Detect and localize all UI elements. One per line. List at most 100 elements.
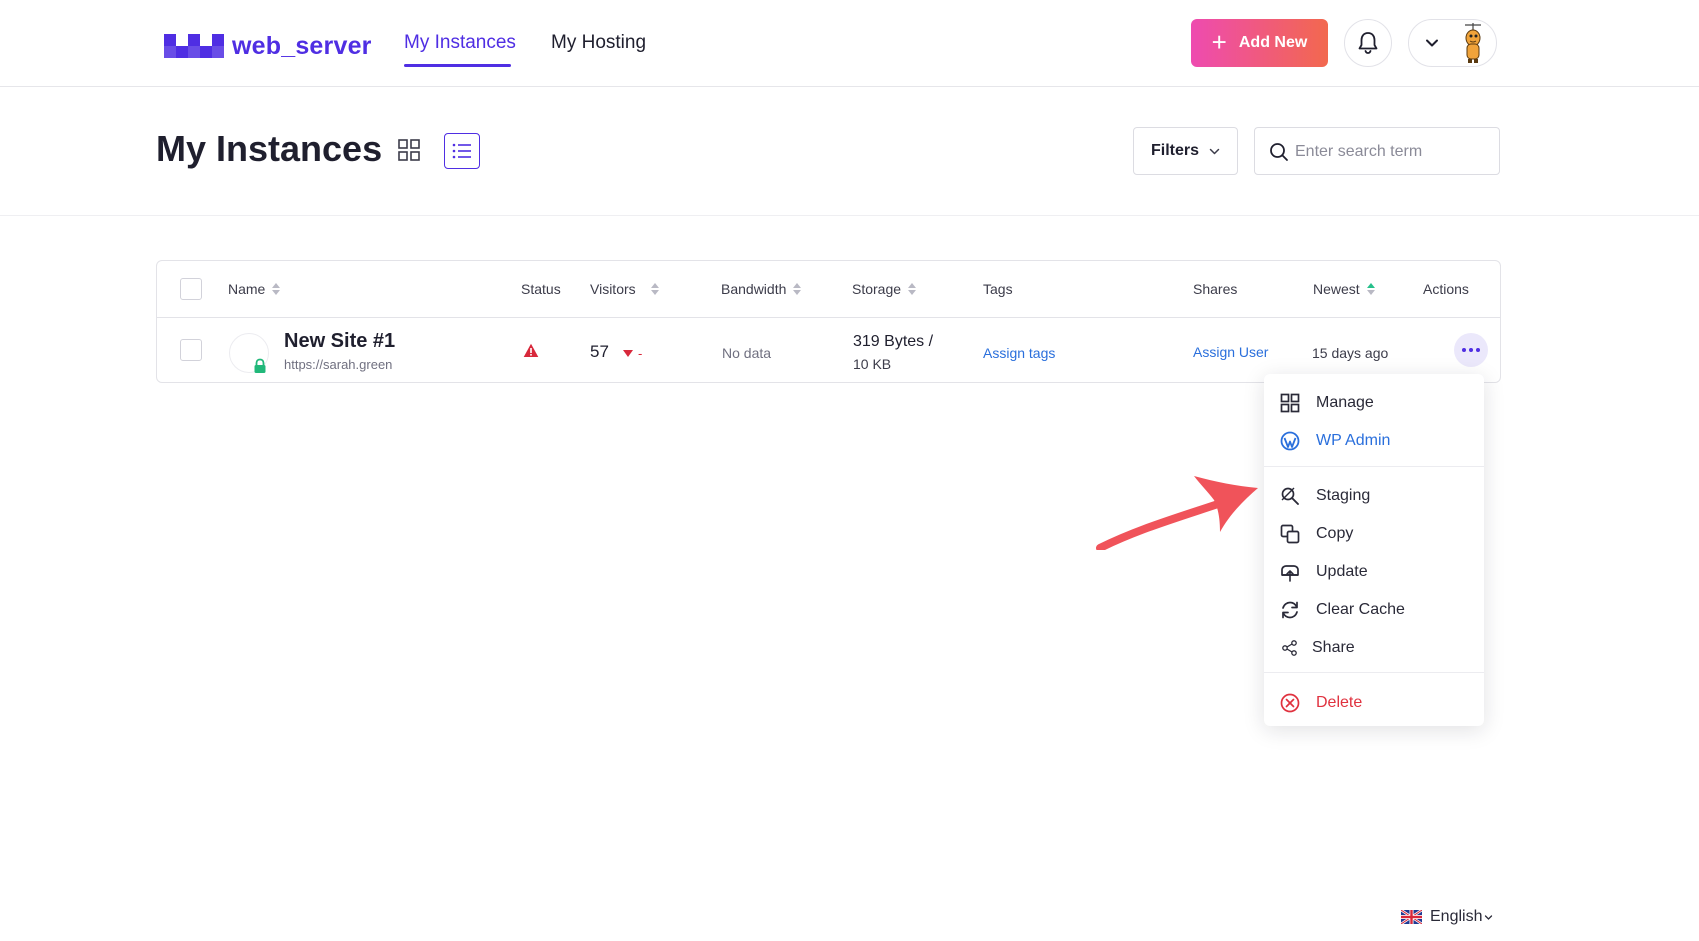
refresh-icon [1282, 601, 1298, 619]
column-header-tags: Tags [983, 281, 1013, 297]
logo-mark-icon [164, 33, 224, 58]
language-label: English [1430, 908, 1483, 925]
instances-table: Name Status Visitors Bandwidth Storage T… [156, 260, 1501, 383]
avatar [1451, 21, 1495, 65]
uk-flag-icon [1401, 910, 1422, 924]
site-url[interactable]: https://sarah.green [284, 357, 392, 372]
bell-icon [1358, 32, 1378, 54]
tab-my-hosting[interactable]: My Hosting [551, 32, 646, 54]
storage-used: 319 Bytes / [853, 333, 934, 350]
column-header-name[interactable]: Name [228, 281, 281, 297]
search-input[interactable] [1295, 138, 1490, 166]
user-menu-button[interactable] [1408, 19, 1497, 67]
bandwidth-value: No data [722, 345, 772, 361]
grid-view-icon[interactable] [398, 139, 420, 161]
menu-item-wp-admin[interactable]: WP Admin [1264, 422, 1484, 460]
warning-icon [523, 343, 539, 357]
menu-item-delete[interactable]: Delete [1264, 684, 1484, 722]
menu-item-update[interactable]: Update [1264, 553, 1484, 591]
staging-icon [1281, 487, 1299, 505]
column-header-newest[interactable]: Newest [1313, 281, 1375, 297]
column-label: Name [228, 281, 266, 297]
actions-menu: Manage WP Admin Staging Copy Update Clea… [1264, 374, 1484, 726]
storage-limit: 10 KB [853, 356, 892, 372]
storage-value: 319 Bytes / 10 KB [853, 331, 953, 375]
lock-icon [254, 358, 266, 373]
chevron-down-icon [1209, 148, 1220, 154]
menu-label: Share [1312, 639, 1355, 656]
menu-item-copy[interactable]: Copy [1264, 515, 1484, 553]
chevron-down-icon [1485, 914, 1493, 920]
more-dots-icon [1476, 348, 1480, 352]
menu-label: Delete [1316, 694, 1363, 711]
column-header-shares: Shares [1193, 281, 1237, 297]
wordpress-icon [1280, 431, 1300, 451]
sort-ascending-icon [1366, 282, 1375, 296]
menu-separator [1264, 672, 1484, 673]
column-label: Storage [852, 281, 902, 297]
menu-label: Update [1316, 563, 1368, 580]
column-header-actions: Actions [1423, 281, 1469, 297]
grid-icon [1280, 393, 1300, 413]
notifications-button[interactable] [1344, 19, 1392, 67]
newest-date: 15 days ago [1312, 345, 1389, 361]
menu-label: WP Admin [1316, 432, 1391, 449]
column-header-bandwidth[interactable]: Bandwidth [721, 281, 802, 297]
column-header-status: Status [521, 281, 561, 297]
chevron-down-icon [1426, 39, 1438, 47]
table-header: Name Status Visitors Bandwidth Storage T… [157, 261, 1500, 318]
menu-item-manage[interactable]: Manage [1264, 384, 1484, 422]
top-bar: web_server My Instances My Hosting + Add… [0, 0, 1699, 87]
update-icon [1281, 565, 1299, 582]
add-new-label: Add New [1238, 34, 1308, 51]
copy-icon [1280, 524, 1300, 544]
column-label: Visitors [590, 281, 636, 297]
visitors-trend-value: - [638, 346, 643, 361]
logo[interactable]: web_server [164, 32, 372, 61]
page-title: My Instances [156, 128, 383, 169]
column-header-storage[interactable]: Storage [852, 281, 917, 297]
visitors-count: 57 [590, 342, 609, 361]
delete-icon [1280, 693, 1300, 713]
tab-my-instances[interactable]: My Instances [404, 32, 516, 54]
share-icon [1282, 640, 1297, 656]
search-box [1254, 127, 1500, 175]
filters-button[interactable]: Filters [1133, 127, 1238, 175]
filters-label: Filters [1150, 142, 1199, 159]
add-new-button[interactable]: + Add New [1191, 19, 1328, 67]
assign-tags-link[interactable]: Assign tags [983, 345, 1055, 361]
plus-icon: + [1211, 27, 1227, 57]
row-checkbox[interactable] [180, 339, 202, 361]
sort-icon [272, 282, 281, 296]
visitors-trend: - [623, 346, 642, 361]
language-selector[interactable]: English [1401, 908, 1493, 926]
sort-icon [908, 282, 917, 296]
column-label: Actions [1423, 281, 1469, 297]
active-tab-indicator [404, 64, 511, 67]
site-name[interactable]: New Site #1 [284, 330, 395, 353]
row-actions-button[interactable] [1454, 333, 1488, 367]
more-dots-icon [1462, 348, 1466, 352]
menu-label: Manage [1316, 394, 1374, 411]
sort-icon [793, 282, 802, 296]
column-label: Shares [1193, 281, 1238, 297]
column-label: Status [521, 281, 561, 297]
trend-down-icon [623, 350, 633, 357]
list-view-icon [452, 143, 471, 159]
menu-item-staging[interactable]: Staging [1264, 477, 1484, 515]
assign-user-link[interactable]: Assign User [1193, 344, 1268, 360]
menu-item-clear-cache[interactable]: Clear Cache [1264, 591, 1484, 629]
logo-text: web_server [232, 32, 372, 60]
column-label: Tags [983, 281, 1013, 297]
select-all-checkbox[interactable] [180, 278, 202, 300]
section-divider [0, 215, 1699, 216]
column-label: Bandwidth [721, 281, 787, 297]
column-header-visitors[interactable]: Visitors [590, 281, 659, 297]
menu-label: Staging [1316, 487, 1371, 504]
annotation-arrow-icon [1096, 476, 1258, 550]
menu-item-share[interactable]: Share [1264, 629, 1484, 667]
list-view-button[interactable] [444, 133, 480, 169]
menu-separator [1264, 466, 1484, 467]
more-dots-icon [1469, 348, 1473, 352]
search-icon [1270, 143, 1288, 161]
